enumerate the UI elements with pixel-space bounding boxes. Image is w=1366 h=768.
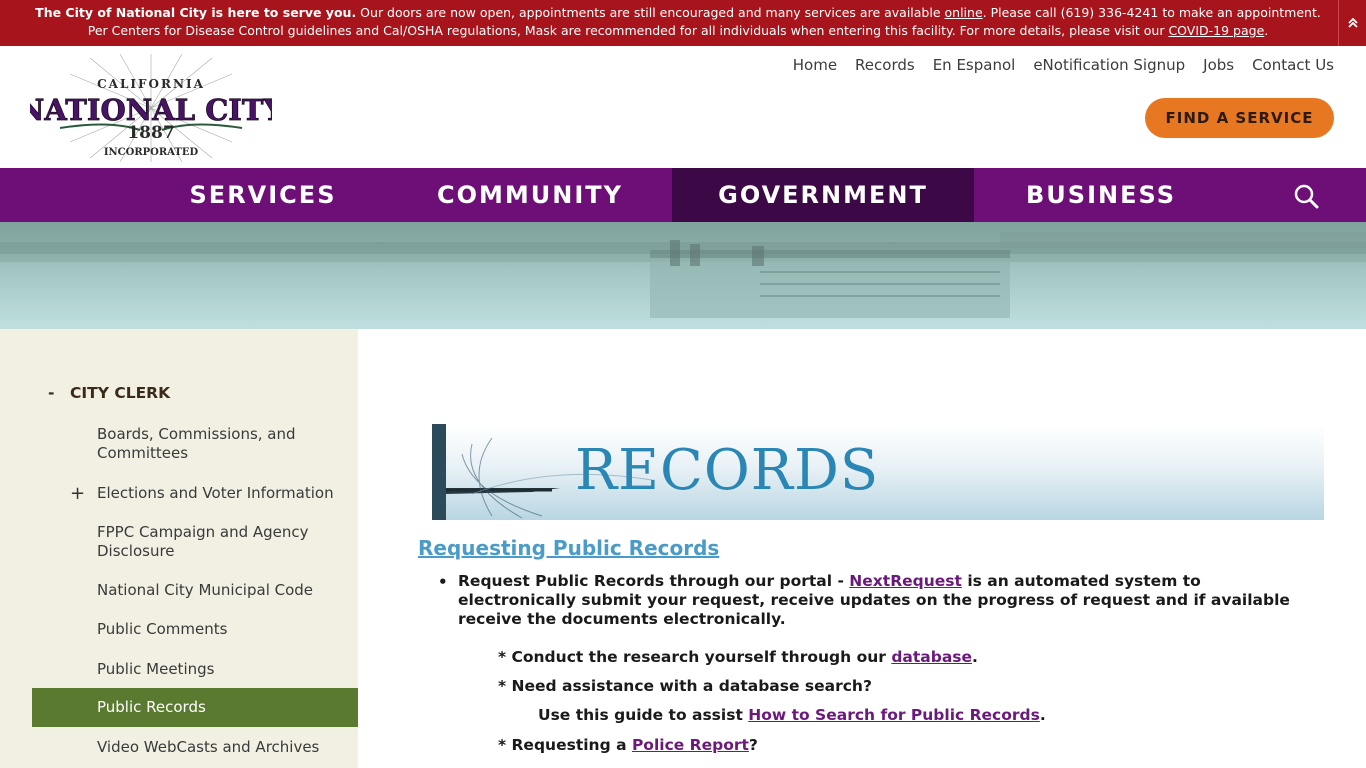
- utility-link-en-espanol[interactable]: En Espanol: [933, 56, 1016, 74]
- assistance-line: * Need assistance with a database search…: [498, 677, 872, 695]
- alert-text-3: .: [1264, 23, 1269, 38]
- sidebar-item-municipal-code[interactable]: National City Municipal Code: [32, 581, 358, 600]
- collapse-alert-button[interactable]: [1338, 0, 1366, 46]
- requesting-public-records-heading[interactable]: Requesting Public Records: [418, 536, 719, 560]
- alert-online-link[interactable]: online: [945, 5, 983, 20]
- records-banner-title: RECORDS: [575, 438, 880, 503]
- alert-banner: The City of National City is here to ser…: [0, 0, 1366, 46]
- portal-paragraph: Request Public Records through our porta…: [458, 572, 1318, 629]
- nav-services[interactable]: SERVICES: [150, 168, 376, 222]
- police-report-link[interactable]: Police Report: [632, 736, 749, 754]
- police-report-line: * Requesting a Police Report?: [498, 736, 758, 754]
- nav-business[interactable]: BUSINESS: [1004, 168, 1198, 222]
- find-a-service-button[interactable]: FIND A SERVICE: [1145, 98, 1334, 138]
- database-line-post: .: [972, 648, 978, 666]
- sidebar-heading-label: CITY CLERK: [70, 384, 171, 402]
- sidebar-item-fppc[interactable]: FPPC Campaign and Agency Disclosure: [32, 523, 358, 561]
- logo-main-text: NATIONAL CITY: [30, 93, 272, 127]
- collapse-icon: -: [48, 384, 55, 402]
- guide-line-post: .: [1039, 706, 1046, 724]
- utility-link-home[interactable]: Home: [793, 56, 837, 74]
- database-line: * Conduct the research yourself through …: [498, 648, 978, 666]
- sidebar-item-public-meetings[interactable]: Public Meetings: [32, 660, 358, 679]
- alert-bold-text: The City of National City is here to ser…: [35, 5, 357, 20]
- expand-plus-icon[interactable]: +: [70, 484, 85, 503]
- utility-nav: Home Records En Espanol eNotification Si…: [793, 56, 1334, 74]
- sidebar-item-elections[interactable]: + Elections and Voter Information: [32, 484, 358, 503]
- search-guide-link[interactable]: How to Search for Public Records: [748, 706, 1040, 724]
- nextrequest-link[interactable]: NextRequest: [849, 572, 962, 590]
- logo-incorporated-text: INCORPORATED: [104, 147, 199, 158]
- portal-text-pre: Request Public Records through our porta…: [458, 572, 850, 590]
- guide-line-pre: Use this guide to assist: [538, 706, 749, 724]
- records-banner: RECORDS: [432, 424, 1324, 520]
- alert-text: Our doors are now open, appointments are…: [356, 5, 945, 20]
- sidebar: - CITY CLERK Boards, Commissions, and Com…: [0, 329, 358, 768]
- utility-link-contact[interactable]: Contact Us: [1252, 56, 1334, 74]
- sidebar-item-public-comments[interactable]: Public Comments: [32, 620, 358, 639]
- sidebar-item-boards[interactable]: Boards, Commissions, and Committees: [32, 425, 358, 463]
- utility-link-enotification[interactable]: eNotification Signup: [1033, 56, 1185, 74]
- police-line-post: ?: [748, 736, 758, 754]
- sidebar-item-video-webcasts[interactable]: Video WebCasts and Archives: [32, 738, 358, 757]
- pier-scene-image: [0, 222, 1366, 318]
- alert-covid-link[interactable]: COVID-19 page: [1168, 23, 1264, 38]
- utility-link-jobs[interactable]: Jobs: [1203, 56, 1234, 74]
- logo-california-text: CALIFORNIA: [97, 77, 205, 91]
- national-city-logo[interactable]: CALIFORNIA NATIONAL CITY 1887 INCORPORAT…: [30, 54, 272, 162]
- police-line-pre: * Requesting a: [498, 736, 632, 754]
- bullet-icon: •: [438, 573, 448, 591]
- database-link[interactable]: database: [891, 648, 972, 666]
- sidebar-item-public-records[interactable]: Public Records: [32, 688, 358, 727]
- main-nav: SERVICES COMMUNITY GOVERNMENT BUSINESS: [0, 168, 1366, 222]
- sidebar-item-elections-label: Elections and Voter Information: [97, 484, 334, 502]
- hero-image: [0, 222, 1366, 329]
- nav-government[interactable]: GOVERNMENT: [672, 168, 974, 222]
- sidebar-heading-city-clerk[interactable]: - CITY CLERK: [48, 384, 170, 402]
- nav-community[interactable]: COMMUNITY: [410, 168, 650, 222]
- database-line-pre: * Conduct the research yourself through …: [498, 648, 892, 666]
- double-chevron-up-icon: [1347, 17, 1358, 28]
- logo-year-text: 1887: [127, 123, 174, 143]
- guide-line: Use this guide to assist How to Search f…: [538, 706, 1046, 724]
- site-header: CALIFORNIA NATIONAL CITY 1887 INCORPORAT…: [0, 46, 1366, 168]
- utility-link-records[interactable]: Records: [855, 56, 915, 74]
- search-icon[interactable]: [1292, 182, 1320, 210]
